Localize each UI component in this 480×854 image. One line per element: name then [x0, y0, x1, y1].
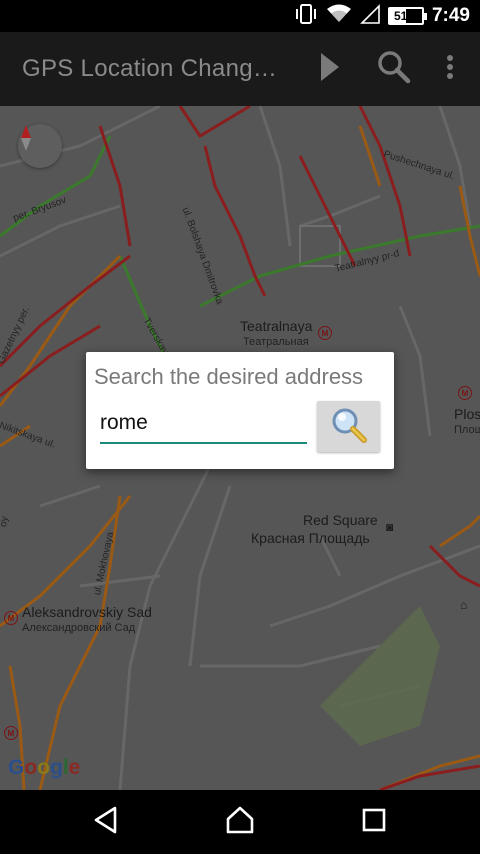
- metro-icon: M: [4, 726, 18, 740]
- status-icons: 51% 7:49: [294, 4, 470, 28]
- battery-percentage: 51%: [393, 9, 418, 23]
- map-label-aleksandrovskiy: Aleksandrovskiy Sad: [22, 604, 152, 620]
- status-bar: 51% 7:49: [0, 0, 480, 32]
- signal-icon: [360, 4, 380, 28]
- map-label-red-square: Red Square: [303, 512, 378, 528]
- map-label-red-square-ru: Красная Площадь: [251, 530, 370, 546]
- play-icon: [319, 52, 341, 86]
- metro-icon: M: [318, 326, 332, 340]
- map-label-teatralnaya-ru: Театральная: [243, 336, 309, 348]
- metro-icon: M: [4, 611, 18, 625]
- park-area: [320, 606, 440, 746]
- search-dialog: Search the desired address: [86, 352, 394, 469]
- home-button[interactable]: [220, 802, 260, 842]
- camera-icon: ◙: [386, 520, 394, 534]
- map-label-teatralnaya: Teatralnaya: [240, 318, 313, 334]
- map-label-plos-ru: Плош: [454, 424, 480, 436]
- play-button[interactable]: [310, 49, 350, 89]
- map-label-plos: Plos: [454, 406, 480, 422]
- metro-icon: M: [458, 386, 472, 400]
- back-button[interactable]: [86, 802, 126, 842]
- battery-icon: 51%: [387, 7, 427, 25]
- museum-icon: ⌂: [460, 598, 468, 612]
- search-submit-button[interactable]: [317, 401, 380, 452]
- home-icon: [225, 806, 255, 838]
- google-logo: Google: [8, 756, 81, 779]
- dialog-title: Search the desired address: [94, 364, 364, 389]
- address-input[interactable]: [100, 406, 307, 444]
- compass-button[interactable]: [18, 124, 62, 168]
- navigation-bar: [0, 790, 480, 854]
- overflow-menu-icon: [446, 54, 454, 84]
- magnifier-icon: [329, 405, 369, 449]
- vibrate-icon: [294, 4, 318, 28]
- recents-button[interactable]: [354, 802, 394, 842]
- map-label-aleksandrovskiy-ru: Александровский Сад: [22, 622, 136, 634]
- map-label-oy: oy: [0, 515, 11, 528]
- back-icon: [93, 806, 119, 838]
- app-bar: GPS Location Chang…: [0, 32, 480, 106]
- app-title: GPS Location Chang…: [22, 55, 278, 82]
- clock: 7:49: [431, 5, 470, 26]
- search-button[interactable]: [374, 49, 414, 89]
- search-icon: [377, 50, 411, 88]
- wifi-icon: [326, 4, 352, 28]
- recents-icon: [361, 807, 387, 837]
- overflow-menu-button[interactable]: [430, 49, 470, 89]
